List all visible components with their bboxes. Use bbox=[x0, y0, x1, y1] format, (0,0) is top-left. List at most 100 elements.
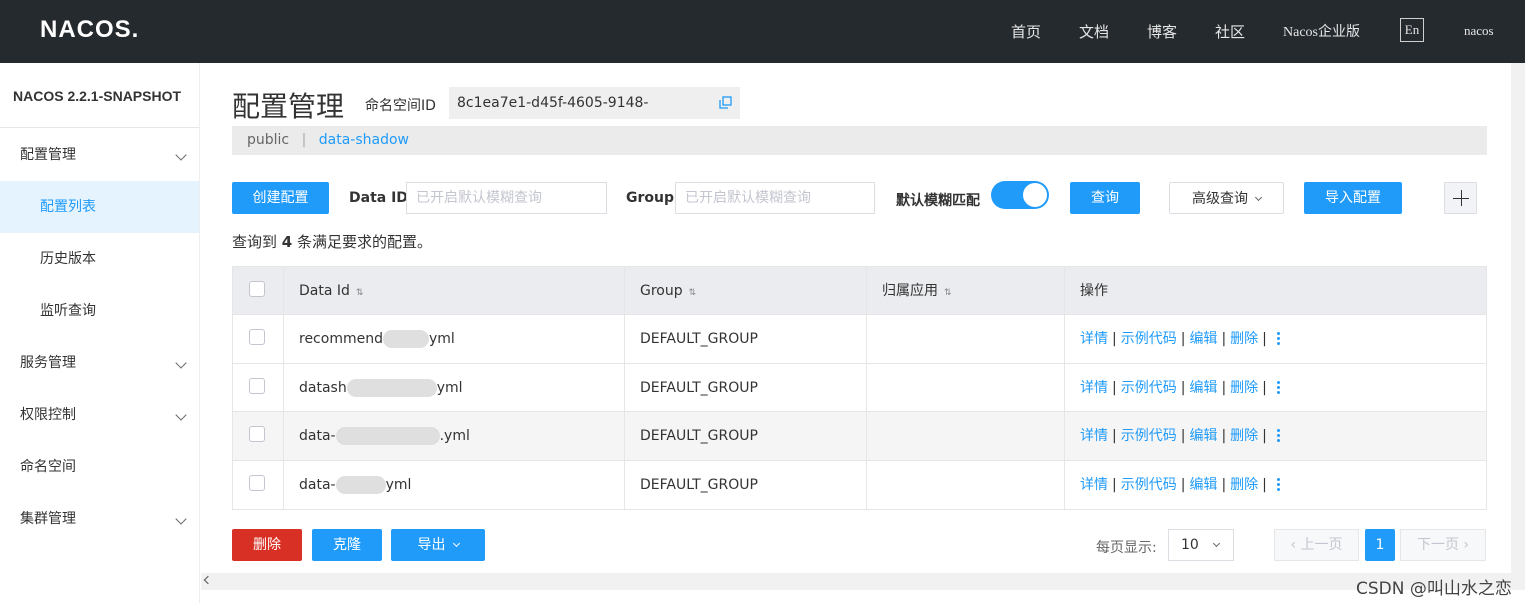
edit-link[interactable]: 编辑 bbox=[1189, 477, 1217, 493]
current-page-button[interactable]: 1 bbox=[1365, 529, 1395, 561]
sort-icon[interactable]: ⇅ bbox=[689, 269, 697, 317]
result-suffix: 条满足要求的配置。 bbox=[297, 233, 433, 251]
horizontal-scrollbar[interactable] bbox=[201, 573, 1525, 590]
breadcrumb-active-namespace[interactable]: data-shadow bbox=[319, 132, 409, 148]
namespace-label: 命名空间ID bbox=[365, 98, 436, 114]
column-header: Data Id bbox=[299, 283, 350, 299]
language-toggle-button[interactable]: En bbox=[1400, 18, 1424, 42]
header-app[interactable]: 归属应用 ⇅ bbox=[867, 267, 1065, 314]
detail-link[interactable]: 详情 bbox=[1080, 380, 1108, 396]
detail-link[interactable]: 详情 bbox=[1080, 331, 1108, 347]
import-config-button[interactable]: 导入配置 bbox=[1304, 182, 1402, 214]
group-input[interactable]: 已开启默认模糊查询 bbox=[675, 182, 875, 214]
row-checkbox[interactable] bbox=[249, 329, 265, 345]
sample-code-link[interactable]: 示例代码 bbox=[1121, 428, 1177, 444]
sort-icon[interactable]: ⇅ bbox=[356, 269, 364, 317]
app-cell bbox=[867, 412, 1065, 460]
nav-home[interactable]: 首页 bbox=[1011, 21, 1041, 42]
sidebar-item-service-management[interactable]: 服务管理 bbox=[0, 337, 199, 389]
sort-icon[interactable]: ⇅ bbox=[944, 269, 952, 317]
breadcrumb-public[interactable]: public bbox=[247, 132, 289, 148]
plus-icon[interactable] bbox=[1444, 182, 1477, 214]
sidebar-item-namespace[interactable]: 命名空间 bbox=[0, 441, 199, 493]
version-label: NACOS 2.2.1-SNAPSHOT bbox=[13, 88, 182, 104]
nav-blog[interactable]: 博客 bbox=[1147, 21, 1177, 42]
edit-link[interactable]: 编辑 bbox=[1189, 380, 1217, 396]
breadcrumb: public | data-shadow bbox=[232, 126, 1487, 155]
nav-enterprise[interactable]: Nacos企业版 bbox=[1283, 21, 1360, 41]
prev-page-button[interactable]: ‹ 上一页 bbox=[1274, 529, 1359, 561]
delete-link[interactable]: 删除 bbox=[1230, 331, 1258, 347]
group-cell: DEFAULT_GROUP bbox=[625, 412, 867, 460]
sidebar-item-config-list[interactable]: 配置列表 bbox=[0, 181, 199, 233]
delete-link[interactable]: 删除 bbox=[1230, 428, 1258, 444]
operations-cell: 详情 | 示例代码 | 编辑 | 删除 | bbox=[1065, 461, 1486, 510]
dataid-prefix: data- bbox=[299, 476, 336, 493]
sidebar: NACOS 2.2.1-SNAPSHOT 配置管理 配置列表 历史版本 监听查询… bbox=[0, 63, 200, 603]
delete-link[interactable]: 删除 bbox=[1230, 380, 1258, 396]
header-group[interactable]: Group ⇅ bbox=[625, 267, 867, 314]
sample-code-link[interactable]: 示例代码 bbox=[1121, 477, 1177, 493]
vertical-scrollbar[interactable] bbox=[1511, 63, 1525, 573]
create-config-button[interactable]: 创建配置 bbox=[232, 182, 329, 214]
nav-docs[interactable]: 文档 bbox=[1079, 21, 1109, 42]
export-button[interactable]: 导出 bbox=[391, 529, 485, 561]
redacted-blur bbox=[346, 378, 437, 397]
batch-delete-button[interactable]: 删除 bbox=[232, 529, 302, 561]
copy-icon[interactable] bbox=[719, 96, 732, 109]
sidebar-item-config-management[interactable]: 配置管理 bbox=[0, 129, 199, 181]
sidebar-item-cluster-management[interactable]: 集群管理 bbox=[0, 493, 199, 545]
breadcrumb-separator: | bbox=[301, 132, 307, 148]
operations-cell: 详情 | 示例代码 | 编辑 | 删除 | bbox=[1065, 315, 1486, 363]
sidebar-item-history[interactable]: 历史版本 bbox=[0, 233, 199, 285]
row-checkbox[interactable] bbox=[249, 377, 265, 394]
chevron-down-icon bbox=[175, 149, 187, 161]
dataid-suffix: .yml bbox=[439, 428, 470, 444]
sample-code-link[interactable]: 示例代码 bbox=[1121, 380, 1177, 396]
table-row: data- .yml DEFAULT_GROUP 详情 | 示例代码 | 编辑 | 删除 | bbox=[233, 412, 1486, 461]
next-page-button[interactable]: 下一页 › bbox=[1400, 529, 1486, 561]
redacted-blur bbox=[335, 475, 386, 494]
dataid-input[interactable]: 已开启默认模糊查询 bbox=[406, 182, 607, 214]
app-cell bbox=[867, 315, 1065, 363]
row-checkbox[interactable] bbox=[249, 426, 265, 442]
more-icon[interactable] bbox=[1276, 380, 1281, 395]
header-dataid[interactable]: Data Id ⇅ bbox=[284, 267, 625, 314]
row-checkbox[interactable] bbox=[249, 474, 265, 491]
dataid-cell: datash yml bbox=[284, 363, 625, 411]
delete-link[interactable]: 删除 bbox=[1230, 477, 1258, 493]
result-prefix: 查询到 bbox=[232, 233, 278, 251]
fuzzy-match-label: 默认模糊匹配 bbox=[896, 193, 980, 209]
more-icon[interactable] bbox=[1276, 429, 1281, 443]
page-size-select[interactable]: 10 bbox=[1168, 529, 1234, 561]
clone-button[interactable]: 克隆 bbox=[312, 529, 382, 561]
fuzzy-match-toggle[interactable] bbox=[991, 181, 1049, 209]
more-icon[interactable] bbox=[1276, 477, 1281, 492]
detail-link[interactable]: 详情 bbox=[1080, 477, 1108, 493]
chevron-left-icon: ‹ bbox=[1290, 537, 1301, 553]
top-navbar: NACOS. 首页 文档 博客 社区 Nacos企业版 En nacos bbox=[0, 0, 1525, 63]
next-page-label: 下一页 bbox=[1416, 537, 1459, 553]
edit-link[interactable]: 编辑 bbox=[1189, 331, 1217, 347]
sidebar-item-label: 命名空间 bbox=[20, 459, 76, 475]
detail-link[interactable]: 详情 bbox=[1080, 428, 1108, 444]
sidebar-item-listener-query[interactable]: 监听查询 bbox=[0, 285, 199, 337]
chevron-down-icon bbox=[175, 357, 187, 369]
more-icon[interactable] bbox=[1276, 332, 1281, 346]
nacos-logo[interactable]: NACOS. bbox=[40, 16, 139, 44]
sample-code-link[interactable]: 示例代码 bbox=[1121, 331, 1177, 347]
sidebar-item-label: 配置管理 bbox=[20, 147, 76, 163]
main-content: 配置管理 命名空间ID 8c1ea7e1-d45f-4605-9148-55dc… bbox=[201, 63, 1525, 603]
page-title: 配置管理 bbox=[232, 90, 345, 123]
dataid-cell: recommend yml bbox=[284, 315, 625, 363]
table-header-row: Data Id ⇅ Group ⇅ 归属应用 ⇅ 操作 bbox=[233, 267, 1486, 315]
sidebar-item-access-control[interactable]: 权限控制 bbox=[0, 389, 199, 441]
advanced-query-button[interactable]: 高级查询 bbox=[1169, 182, 1284, 214]
user-menu[interactable]: nacos bbox=[1464, 23, 1494, 39]
select-all-checkbox[interactable] bbox=[249, 281, 265, 297]
column-header: 操作 bbox=[1080, 283, 1108, 299]
query-button[interactable]: 查询 bbox=[1070, 182, 1140, 214]
nav-community[interactable]: 社区 bbox=[1215, 21, 1245, 42]
edit-link[interactable]: 编辑 bbox=[1189, 428, 1217, 444]
chevron-left-icon[interactable] bbox=[203, 575, 213, 585]
